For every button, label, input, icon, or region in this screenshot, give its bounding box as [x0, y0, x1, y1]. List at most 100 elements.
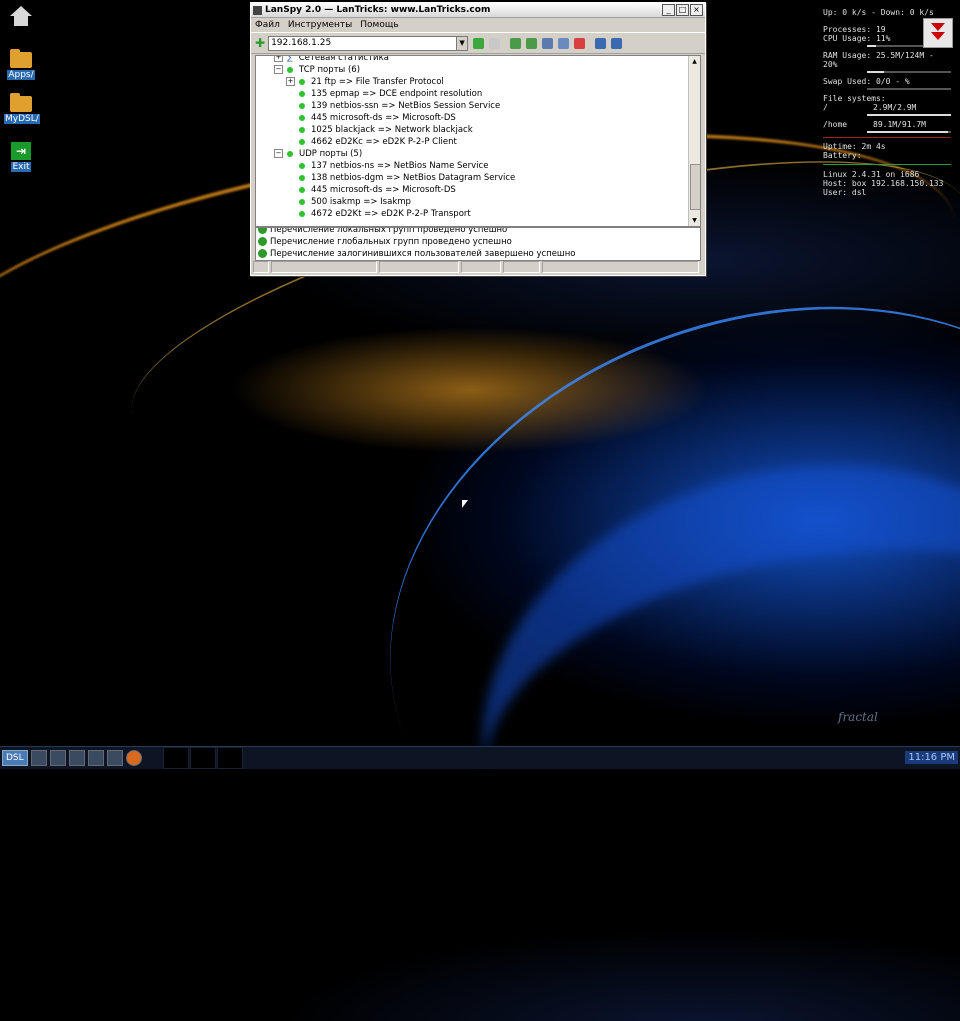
- status-dot-icon: [299, 186, 305, 193]
- divider: [823, 164, 951, 165]
- tree-row[interactable]: + ∑ Сетевая статистика: [256, 55, 700, 64]
- network-scan-icon[interactable]: [526, 37, 538, 49]
- uptime: Uptime: 2m 4s: [823, 142, 886, 151]
- desktop-home-icon[interactable]: [4, 6, 38, 26]
- expand-icon[interactable]: +: [274, 56, 283, 62]
- tree-row-label: 135 epmap => DCE endpoint resolution: [311, 89, 483, 99]
- status-dot-icon: [299, 210, 305, 217]
- tree-row[interactable]: 138 netbios-dgm => NetBios Datagram Serv…: [256, 172, 700, 184]
- wallpaper-signature: fractal: [838, 710, 878, 724]
- desktop-icon-label: Exit: [11, 162, 31, 172]
- window-title: LanSpy 2.0 — LanTricks: www.LanTricks.co…: [265, 5, 491, 15]
- tree-row[interactable]: − TCP порты (6): [256, 64, 700, 76]
- tree-row-label: 138 netbios-dgm => NetBios Datagram Serv…: [311, 173, 516, 183]
- tree-row-label: 137 netbios-ns => NetBios Name Service: [311, 161, 489, 171]
- home-icon: [10, 6, 32, 16]
- taskbar: DSL 11:16 PM: [0, 746, 960, 769]
- tree-row[interactable]: 4672 eD2Kt => eD2K P-2-P Transport: [256, 208, 700, 220]
- network-tool-icon[interactable]: [106, 750, 123, 766]
- collapse-icon[interactable]: −: [274, 149, 283, 158]
- go-icon[interactable]: [473, 37, 485, 49]
- ok-icon: [258, 249, 267, 258]
- terminal-icon[interactable]: [30, 750, 47, 766]
- tree-scrollbar[interactable]: ▲ ▼: [688, 56, 700, 226]
- download-arrows-icon[interactable]: [923, 18, 953, 48]
- tree-row[interactable]: 445 microsoft-ds => Microsoft-DS: [256, 112, 700, 124]
- tree-row-label: 4662 eD2Kc => eD2K P-2-P Client: [311, 137, 457, 147]
- task-slot[interactable]: [162, 747, 189, 769]
- tree-row[interactable]: 4662 eD2Kc => eD2K P-2-P Client: [256, 136, 700, 148]
- desktop-icon-label: MyDSL/: [4, 114, 40, 124]
- menu-bar: Файл Инструменты Помощь: [251, 18, 705, 32]
- task-slot[interactable]: [216, 747, 243, 769]
- ram-bar-fill: [867, 71, 884, 73]
- info-icon[interactable]: [611, 37, 623, 49]
- fs-home: /home 89.1M/91.7M: [823, 120, 926, 129]
- settings-icon[interactable]: [595, 37, 607, 49]
- chevron-down-icon[interactable]: ▼: [456, 36, 468, 50]
- tree-row[interactable]: 137 netbios-ns => NetBios Name Service: [256, 160, 700, 172]
- scroll-up-icon[interactable]: ▲: [690, 57, 699, 66]
- folder-icon: [10, 49, 32, 68]
- fs-header: File systems:: [823, 94, 886, 103]
- kernel: Linux 2.4.31 on i686: [823, 170, 920, 179]
- tree-row[interactable]: 445 microsoft-ds => Microsoft-DS: [256, 184, 700, 196]
- menu-help[interactable]: Помощь: [360, 20, 398, 30]
- status-dot-icon: [287, 66, 293, 73]
- files-icon[interactable]: [49, 750, 66, 766]
- add-icon[interactable]: ✚: [255, 36, 265, 50]
- fs-root-bar-fill: [867, 114, 951, 116]
- net-speed: Up: 0 k/s - Down: 0 k/s: [823, 8, 934, 17]
- tree-row[interactable]: 139 netbios-ssn => NetBios Session Servi…: [256, 100, 700, 112]
- results-tree[interactable]: + ∑ Сетевая статистика − TCP порты (6) +21 ft…: [255, 55, 701, 227]
- minimize-button[interactable]: _: [662, 4, 675, 16]
- statistics-icon: ∑: [287, 55, 293, 63]
- tree-row[interactable]: +21 ftp => File Transfer Protocol: [256, 76, 700, 88]
- report-icon[interactable]: [574, 37, 586, 49]
- menu-file[interactable]: Файл: [255, 20, 280, 30]
- address-combo[interactable]: 192.168.1.25 ▼: [268, 35, 469, 51]
- maximize-button[interactable]: □: [676, 4, 689, 16]
- clock[interactable]: 11:16 PM: [905, 751, 958, 764]
- tree-row-label: 445 microsoft-ds => Microsoft-DS: [311, 113, 456, 123]
- tree-row-label: 21 ftp => File Transfer Protocol: [311, 77, 444, 87]
- desktop-exit-icon[interactable]: ⇥ Exit: [4, 142, 38, 172]
- start-button[interactable]: DSL: [2, 750, 28, 766]
- expand-icon[interactable]: +: [286, 77, 295, 86]
- fs-home-bar-fill: [867, 131, 949, 133]
- options-icon[interactable]: [558, 37, 570, 49]
- scroll-thumb[interactable]: [690, 164, 700, 210]
- close-button[interactable]: ×: [690, 4, 703, 16]
- address-value: 192.168.1.25: [271, 37, 332, 48]
- fs-root: /2.9M/2.9M: [823, 103, 917, 112]
- tree-row-label: 445 microsoft-ds => Microsoft-DS: [311, 185, 456, 195]
- tree-row-label: 4672 eD2Kt => eD2K P-2-P Transport: [311, 209, 471, 219]
- status-dot-icon: [299, 162, 305, 169]
- status-dot-icon: [299, 114, 305, 121]
- log-row: Перечисление глобальных групп проведено …: [256, 236, 700, 248]
- scroll-down-icon[interactable]: ▼: [690, 216, 699, 225]
- tree-row[interactable]: 500 isakmp => Isakmp: [256, 196, 700, 208]
- tree-row[interactable]: 135 epmap => DCE endpoint resolution: [256, 88, 700, 100]
- menu-tools[interactable]: Инструменты: [288, 20, 352, 30]
- desktop-apps-icon[interactable]: Apps/: [4, 49, 38, 80]
- task-slot[interactable]: [189, 747, 216, 769]
- notes-icon[interactable]: [87, 750, 104, 766]
- desktop-mydsl-icon[interactable]: MyDSL/: [4, 93, 40, 124]
- firefox-icon[interactable]: [125, 750, 142, 766]
- tree-row[interactable]: − UDP порты (5): [256, 148, 700, 160]
- user: User: dsl: [823, 188, 867, 197]
- status-dot-icon: [299, 198, 305, 205]
- editor-icon[interactable]: [68, 750, 85, 766]
- tree-row[interactable]: 1025 blackjack => Network blackjack: [256, 124, 700, 136]
- collapse-icon[interactable]: −: [274, 65, 283, 74]
- view-icon[interactable]: [542, 37, 554, 49]
- network-icon[interactable]: [510, 37, 522, 49]
- log-row: Перечисление локальных групп проведено у…: [256, 228, 700, 236]
- mouse-cursor-icon: [462, 500, 468, 508]
- status-dot-icon: [299, 78, 305, 85]
- stop-icon[interactable]: [489, 37, 501, 49]
- cpu-bar-fill: [867, 45, 877, 47]
- toolbar: ✚ 192.168.1.25 ▼: [251, 32, 705, 54]
- window-titlebar[interactable]: LanSpy 2.0 — LanTricks: www.LanTricks.co…: [251, 3, 705, 18]
